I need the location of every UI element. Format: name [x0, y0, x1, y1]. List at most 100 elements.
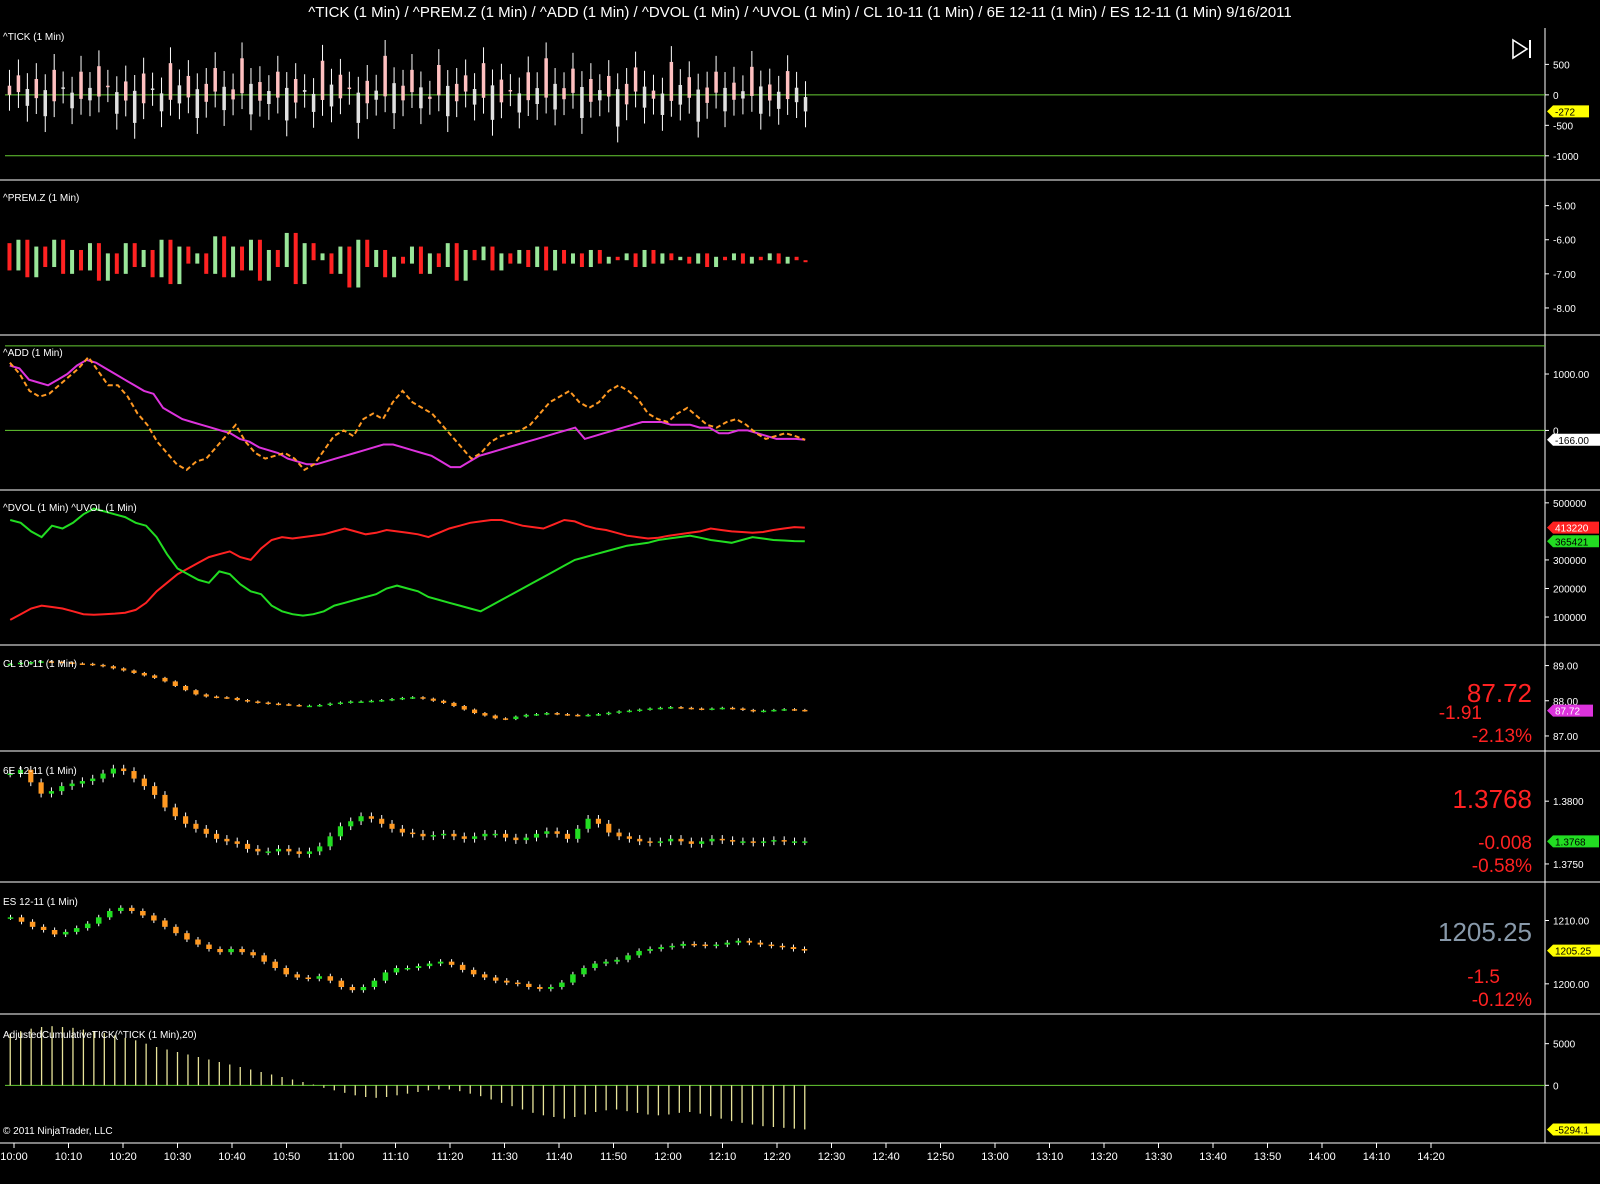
tick-candle — [714, 71, 718, 93]
uvol-last-tag-text: 365421 — [1555, 537, 1589, 548]
candle-body — [152, 675, 158, 678]
candle-body — [327, 703, 333, 706]
premz-bar — [499, 253, 504, 271]
candle-body — [688, 841, 694, 844]
tick-candle — [624, 83, 629, 105]
tick-candle — [535, 88, 539, 104]
candle-body — [18, 917, 25, 922]
candle-body — [699, 708, 705, 711]
candle-body — [79, 781, 85, 784]
candle-body — [420, 697, 426, 699]
premz-bar — [16, 239, 21, 271]
candle-body — [317, 704, 323, 707]
6e-last-price: 1.3768 — [1452, 784, 1532, 814]
premz-bar — [642, 249, 647, 268]
candle-body — [461, 706, 467, 710]
candle-body — [129, 907, 135, 911]
tick-candle — [490, 85, 495, 120]
premz-bar — [633, 253, 638, 268]
tick-candle — [52, 69, 56, 102]
time-axis-label: 12:10 — [709, 1151, 737, 1163]
candle-body — [575, 714, 581, 717]
candle-body — [228, 949, 234, 953]
candle-body — [448, 961, 455, 965]
tick-panel-label: ^TICK (1 Min) — [3, 32, 65, 43]
price-axis-label: 100000 — [1553, 613, 1587, 624]
candle-body — [265, 702, 271, 705]
premz-bar — [25, 239, 30, 278]
candle-body — [294, 974, 300, 978]
candle-body — [272, 961, 278, 968]
candle-body — [224, 697, 230, 699]
candle-body — [544, 713, 550, 715]
premz-bar — [266, 249, 271, 281]
premz-bar — [535, 246, 540, 268]
candle-body — [492, 715, 498, 719]
premz-panel-label: ^PREM.Z (1 Min) — [3, 193, 80, 204]
premz-bar — [159, 239, 164, 278]
candle-body — [217, 949, 223, 953]
premz-bar — [79, 249, 84, 271]
premz-bar — [597, 249, 602, 264]
play-to-end-icon[interactable] — [1510, 38, 1534, 60]
tick-candle — [660, 93, 665, 115]
candle-body — [771, 709, 777, 712]
price-axis-label: 5000 — [1553, 1040, 1576, 1051]
candle-body — [606, 712, 612, 715]
premz-bar — [562, 249, 567, 264]
candle-body — [724, 942, 731, 945]
tick-last-tag-text: -272 — [1555, 107, 1575, 118]
premz-bar — [123, 243, 128, 274]
premz-bar — [374, 249, 379, 268]
candle-body — [802, 841, 808, 843]
candle-body — [760, 841, 767, 843]
price-axis-label: -8.00 — [1553, 304, 1576, 315]
tick-candle — [419, 87, 423, 109]
premz-bar — [490, 246, 495, 271]
add-panel-label: ^ADD (1 Min) — [3, 348, 63, 359]
candle-body — [172, 807, 178, 817]
candle-body — [358, 816, 364, 822]
candle-body — [636, 950, 642, 956]
price-axis-label: 1000.00 — [1553, 370, 1590, 381]
premz-bar — [409, 246, 414, 264]
time-axis-label: 14:10 — [1363, 1151, 1391, 1163]
tick-candle — [7, 85, 12, 95]
price-axis-label: 1200.00 — [1553, 980, 1590, 991]
tick-candle — [785, 71, 790, 100]
premz-bar — [714, 256, 719, 268]
candle-body — [760, 710, 767, 713]
tick-candle — [750, 66, 754, 96]
tick-candle — [168, 63, 173, 100]
candle-body — [244, 843, 251, 849]
candle-body — [606, 823, 612, 833]
tick-candle — [642, 86, 647, 108]
chart-canvas[interactable]: 10:00 10:10 10:20 10:30 10:40 10:50 11:00 11:10… — [0, 0, 1600, 1184]
time-axis-label: 10:30 — [164, 1151, 192, 1163]
candle-body — [668, 838, 674, 842]
candle-body — [513, 716, 519, 720]
es-panel-label: ES 12-11 (1 Min) — [3, 897, 78, 908]
premz-bar — [436, 253, 441, 268]
premz-bar — [651, 249, 656, 264]
candle-body — [29, 921, 36, 927]
candle-body — [750, 709, 756, 712]
price-axis-label: 0 — [1553, 91, 1559, 102]
candle-body — [626, 836, 632, 839]
cl-change-pct: -2.13% — [1471, 726, 1532, 747]
time-axis-label: 12:40 — [872, 1151, 900, 1163]
candle-body — [393, 968, 400, 973]
candle-body — [750, 841, 756, 843]
tick-candle — [374, 90, 378, 100]
candle-body — [533, 833, 540, 838]
candle-body — [779, 945, 786, 948]
candle-body — [523, 837, 529, 841]
tick-candle — [517, 93, 522, 113]
premz-bar — [624, 253, 629, 261]
premz-bar — [105, 253, 110, 281]
premz-bar — [740, 253, 745, 264]
candle-body — [399, 697, 405, 700]
candle-body — [90, 778, 96, 782]
price-axis-label: 500 — [1553, 60, 1570, 71]
candle-body — [801, 949, 808, 951]
